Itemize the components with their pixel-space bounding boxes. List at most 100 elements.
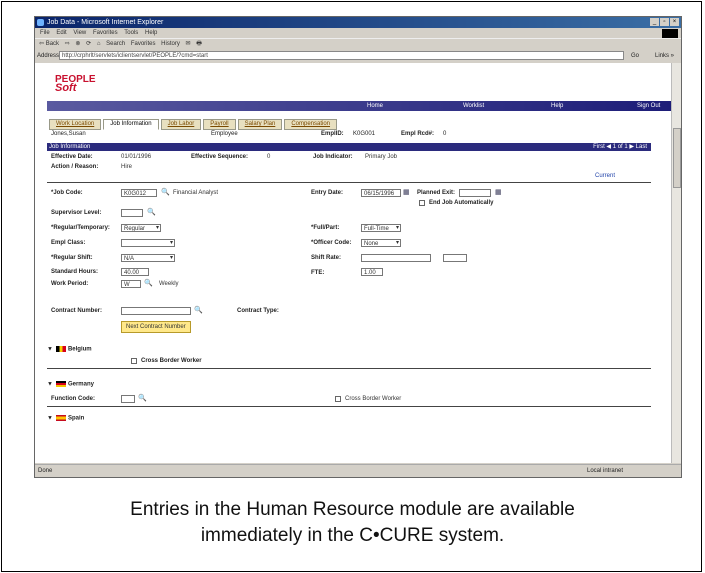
lookup-icon[interactable]: 🔍 [161, 188, 170, 196]
collapse-icon[interactable]: ▼ [47, 347, 53, 353]
calendar-icon[interactable]: ▦ [403, 188, 410, 196]
full-part-select[interactable]: Full-Time [361, 224, 401, 232]
empl-class-label: Empl Class: [51, 240, 86, 246]
page-tabs: Work Location Job Information Job Labor … [49, 119, 338, 130]
nav-signout[interactable]: Sign Out [637, 101, 660, 111]
employee-type: Employee [211, 131, 238, 137]
favorites-button[interactable]: Favorites [131, 41, 156, 47]
portal-nav-bar: Home Worklist Help Sign Out [47, 101, 671, 111]
contract-number-label: Contract Number: [51, 308, 103, 314]
shift-factor-input[interactable] [443, 254, 467, 262]
nav-help[interactable]: Help [551, 101, 563, 111]
menu-edit[interactable]: Edit [56, 30, 66, 36]
lookup-icon[interactable]: 🔍 [144, 279, 153, 287]
effective-sequence-value: 0 [267, 154, 271, 160]
function-code-input[interactable] [121, 395, 135, 403]
belgium-cross-border-checkbox[interactable] [131, 358, 137, 364]
nav-worklist[interactable]: Worklist [463, 101, 484, 111]
job-information-header: Job Information First ◀ 1 of 1 ▶ Last [47, 143, 651, 151]
windows-logo-icon [662, 29, 678, 38]
tab-job-information[interactable]: Job Information [103, 119, 159, 130]
menu-help[interactable]: Help [145, 30, 157, 36]
planned-exit-input[interactable] [459, 189, 491, 197]
caption-line-1: Entries in the Human Resource module are… [130, 499, 575, 520]
contract-number-input[interactable] [121, 307, 191, 315]
print-button[interactable]: 🖶 [196, 41, 202, 47]
browser-toolbar: ⇦ Back ⇨ ⊗ ⟳ ⌂ Search Favorites History … [35, 38, 681, 50]
employee-name: Jones,Susan [51, 131, 86, 137]
tab-work-location[interactable]: Work Location [49, 119, 102, 130]
menu-favorites[interactable]: Favorites [93, 30, 118, 36]
spain-section[interactable]: ▼ Spain [47, 415, 84, 422]
vertical-scrollbar[interactable] [671, 63, 681, 463]
caption-line-2: immediately in the C•CURE system. [200, 525, 505, 546]
contract-type-label: Contract Type: [237, 308, 279, 314]
stop-button[interactable]: ⊗ [75, 41, 80, 47]
entry-date-input[interactable]: 06/15/1996 [361, 189, 401, 197]
lookup-icon[interactable]: 🔍 [147, 208, 156, 216]
germany-section[interactable]: ▼ Germany [47, 381, 94, 388]
action-reason-label: Action / Reason: [51, 164, 99, 170]
scroll-thumb[interactable] [673, 128, 681, 188]
next-contract-number-button[interactable]: Next Contract Number [121, 321, 191, 333]
maximize-button[interactable]: ▫ [660, 18, 669, 26]
regular-temporary-select[interactable]: Regular [121, 224, 161, 232]
menu-view[interactable]: View [73, 30, 86, 36]
action-reason-value: Hire [121, 164, 133, 170]
title-bar: Job Data - Microsoft Internet Explorer _… [35, 17, 681, 28]
standard-hours-input[interactable]: 40.00 [121, 268, 149, 276]
status-text: Done [38, 468, 53, 474]
job-code-label: *Job Code: [51, 190, 83, 196]
belgium-section[interactable]: ▼ Belgium [47, 346, 92, 353]
standard-hours-label: Standard Hours: [51, 269, 99, 275]
empl-class-select[interactable] [121, 239, 175, 247]
belgium-flag-icon [55, 346, 66, 352]
lookup-icon[interactable]: 🔍 [138, 394, 147, 402]
nav-home[interactable]: Home [367, 101, 383, 111]
germany-cross-border-label: Cross Border Worker [345, 396, 402, 402]
tab-job-labor[interactable]: Job Labor [160, 119, 202, 130]
address-input[interactable]: http://crphrlt/servlets/iclientservlet/P… [59, 51, 624, 60]
go-button[interactable]: Go [631, 50, 639, 62]
row-navigator[interactable]: First ◀ 1 of 1 ▶ Last [593, 143, 647, 151]
full-part-label: *Full/Part: [311, 225, 340, 231]
home-button[interactable]: ⌂ [97, 41, 101, 47]
menu-file[interactable]: File [40, 30, 50, 36]
tab-salary-plan[interactable]: Salary Plan [237, 119, 283, 130]
calendar-icon[interactable]: ▦ [495, 188, 502, 196]
refresh-button[interactable]: ⟳ [86, 41, 91, 47]
close-button[interactable]: × [670, 18, 679, 26]
tab-payroll[interactable]: Payroll [203, 119, 236, 130]
shift-rate-input[interactable] [361, 254, 431, 262]
work-period-input[interactable]: W [121, 280, 141, 288]
search-button[interactable]: Search [106, 41, 125, 47]
belgium-cross-border-label: Cross Border Worker [141, 358, 202, 364]
officer-code-select[interactable]: None [361, 239, 401, 247]
links-button[interactable]: Links » [655, 50, 674, 62]
menu-tools[interactable]: Tools [124, 30, 138, 36]
collapse-icon[interactable]: ▼ [47, 382, 53, 388]
forward-button[interactable]: ⇨ [65, 41, 70, 47]
fte-input[interactable]: 1.00 [361, 268, 383, 276]
tab-compensation[interactable]: Compensation [284, 119, 338, 130]
history-button[interactable]: History [161, 41, 180, 47]
browser-screenshot: Job Data - Microsoft Internet Explorer _… [34, 16, 682, 478]
end-job-checkbox[interactable] [419, 200, 425, 206]
minimize-button[interactable]: _ [650, 18, 659, 26]
peoplesoft-logo: PEOPLE Soft [55, 74, 96, 94]
germany-cross-border-checkbox[interactable] [335, 396, 341, 402]
mail-button[interactable]: ✉ [186, 41, 191, 47]
supervisor-level-label: Supervisor Level: [51, 210, 102, 216]
work-period-label: Work Period: [51, 281, 89, 287]
spain-flag-icon [55, 415, 66, 421]
supervisor-level-input[interactable] [121, 209, 143, 217]
collapse-icon[interactable]: ▼ [47, 416, 53, 422]
job-code-input[interactable]: K0G012 [121, 189, 157, 197]
current-label: Current [595, 173, 616, 179]
lookup-icon[interactable]: 🔍 [194, 306, 203, 314]
regular-shift-select[interactable]: N/A [121, 254, 175, 262]
effective-sequence-label: Effective Sequence: [191, 154, 249, 160]
empl-rcd-label: Empl Rcd#: [401, 131, 435, 137]
regular-temporary-label: *Regular/Temporary: [51, 225, 110, 231]
back-button[interactable]: ⇦ Back [39, 41, 59, 47]
